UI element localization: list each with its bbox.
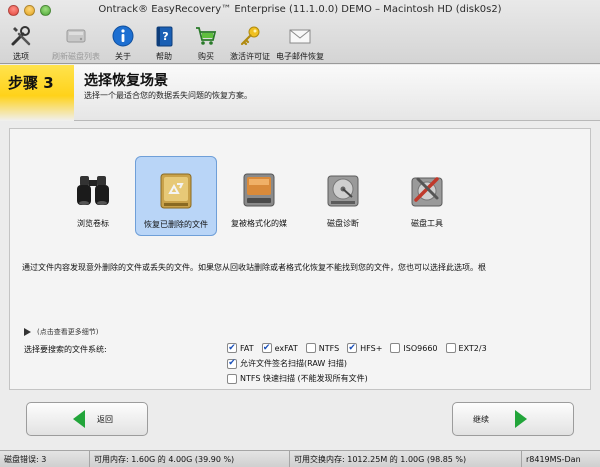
step-number: 步骤 3: [8, 74, 54, 92]
step-title: 选择恢复场景: [84, 73, 168, 89]
scenario-recover-deleted-files[interactable]: 恢复已删除的文件: [135, 156, 217, 236]
checkbox-iso9660[interactable]: ISO9660: [390, 343, 438, 353]
checkbox-ntfs-quick-scan-box[interactable]: [227, 373, 237, 384]
tools-icon: [9, 24, 33, 48]
toolbar-about-button[interactable]: 关于: [110, 20, 136, 64]
more-details-toggle[interactable]: (点击查看更多细节): [24, 327, 98, 337]
checkbox-ntfs-label: NTFS: [318, 343, 340, 353]
shopping-cart-icon: [194, 24, 218, 48]
raw-scan-row: ✔ 允许文件签名扫描(RAW 扫描): [227, 358, 347, 369]
toolbar-buy-label: 购买: [198, 52, 214, 61]
next-button[interactable]: 继续: [452, 402, 574, 436]
checkbox-ntfs-quick-scan[interactable]: NTFS 快速扫描 (不能发现所有文件): [227, 373, 368, 384]
svg-text:?: ?: [162, 30, 168, 43]
checkbox-exfat-label: exFAT: [274, 343, 298, 353]
toolbar-about-label: 关于: [115, 52, 131, 61]
arrow-right-icon: [515, 410, 527, 428]
next-button-label: 继续: [473, 414, 489, 424]
key-icon: [238, 24, 262, 48]
checkbox-fat-label: FAT: [240, 343, 254, 353]
status-build: r8419MS-Dan: [526, 454, 581, 464]
toolbar-options-button[interactable]: 选项: [6, 20, 36, 64]
checkbox-ext23[interactable]: EXT2/3: [445, 343, 487, 353]
filesystem-options: ✔ FAT ✔ exFAT NTFS ✔ HFS+ ISO9660 EXT2/3: [227, 343, 487, 353]
scenario-description: 通过文件内容发现意外删除的文件或丢失的文件。如果您从回收站删除或者格式化恢复不能…: [22, 263, 486, 272]
scenario-disk-tools-label: 磁盘工具: [411, 219, 443, 228]
toolbar-refresh-drives-label: 刷新磁盘列表: [52, 52, 100, 61]
step-header: 步骤 3 选择恢复场景 选择一个最适合您的数据丢失问题的恢复方案。: [0, 65, 600, 121]
disclosure-triangle-icon: [24, 328, 31, 336]
scenario-recover-formatted-media[interactable]: 复被格式化的媒: [218, 156, 300, 236]
scenario-browse-volume-label: 浏览卷标: [77, 219, 109, 228]
window-title: Ontrack® EasyRecovery™ Enterprise (11.1.…: [98, 4, 502, 15]
disk-tools-icon: [405, 168, 449, 212]
toolbar-activate-license-button[interactable]: 激活许可证: [228, 20, 272, 64]
toolbar-email-recovery-button[interactable]: 电子邮件恢复: [274, 20, 326, 64]
toolbar-activate-license-label: 激活许可证: [230, 52, 270, 61]
status-memory: 可用内存: 1.60G 的 4.00G (39.90 %): [90, 450, 290, 467]
scenario-recover-formatted-media-label: 复被格式化的媒: [231, 219, 287, 228]
checkbox-raw-scan-box[interactable]: ✔: [227, 358, 237, 369]
checkbox-exfat[interactable]: ✔ exFAT: [261, 343, 298, 353]
scenario-disk-tools[interactable]: 磁盘工具: [386, 156, 468, 236]
checkbox-iso9660-box[interactable]: [390, 343, 401, 353]
scenario-disk-diagnostics-label: 磁盘诊断: [327, 219, 359, 228]
checkbox-exfat-box[interactable]: ✔: [261, 343, 272, 353]
more-details-label: (点击查看更多细节): [37, 328, 99, 336]
checkbox-hfs-plus[interactable]: ✔ HFS+: [347, 343, 382, 353]
help-book-icon: ?: [152, 24, 176, 48]
checkbox-fat-box[interactable]: ✔: [227, 343, 237, 353]
checkbox-ntfs[interactable]: NTFS: [305, 343, 340, 353]
checkbox-ntfs-box[interactable]: [305, 343, 316, 353]
toolbar-refresh-drives-button[interactable]: 刷新磁盘列表: [50, 20, 102, 64]
scenario-disk-diagnostics[interactable]: 磁盘诊断: [302, 156, 384, 236]
envelope-icon: [288, 24, 312, 48]
checkbox-hfs-plus-label: HFS+: [360, 343, 383, 353]
status-swap: 可用交换内存: 1012.25M 的 1.00G (98.85 %): [290, 450, 522, 467]
scenario-browse-volume[interactable]: 浏览卷标: [52, 156, 134, 236]
status-bar: 磁盘错误: 3 可用内存: 1.60G 的 4.00G (39.90 %) 可用…: [0, 450, 600, 467]
checkbox-raw-scan-label: 允许文件签名扫描(RAW 扫描): [240, 359, 347, 368]
arrow-left-icon: [73, 410, 85, 428]
toolbar-email-recovery-label: 电子邮件恢复: [276, 52, 324, 61]
step-description: 选择一个最适合您的数据丢失问题的恢复方案。: [84, 91, 252, 100]
toolbar-help-label: 帮助: [156, 52, 172, 61]
formatted-drive-icon: [237, 168, 281, 212]
checkbox-ext23-box[interactable]: [445, 343, 456, 353]
recycle-drive-icon: [154, 169, 198, 213]
checkbox-ntfs-quick-scan-label: NTFS 快速扫描 (不能发现所有文件): [240, 374, 368, 383]
window-chrome: Ontrack® EasyRecovery™ Enterprise (11.1.…: [0, 0, 600, 64]
disk-diagnostics-icon: [321, 168, 365, 212]
checkbox-fat[interactable]: ✔ FAT: [227, 343, 254, 353]
drive-refresh-icon: [64, 24, 88, 48]
checkbox-iso9660-label: ISO9660: [403, 343, 438, 353]
app-window: Ontrack® EasyRecovery™ Enterprise (11.1.…: [0, 0, 600, 467]
back-button-label: 返回: [97, 414, 113, 424]
toolbar-buy-button[interactable]: 购买: [192, 20, 220, 64]
toolbar-options-label: 选项: [13, 52, 29, 61]
ntfs-quick-row: NTFS 快速扫描 (不能发现所有文件): [227, 373, 368, 384]
checkbox-ext23-label: EXT2/3: [458, 343, 487, 353]
scenario-recover-deleted-files-label: 恢复已删除的文件: [144, 220, 208, 229]
toolbar-help-button[interactable]: ? 帮助: [150, 20, 178, 64]
binoculars-icon: [71, 168, 115, 212]
checkbox-raw-scan[interactable]: ✔ 允许文件签名扫描(RAW 扫描): [227, 358, 347, 369]
step-badge: 步骤 3: [0, 65, 74, 121]
filesystem-label: 选择要搜索的文件系统:: [24, 345, 107, 354]
back-button[interactable]: 返回: [26, 402, 148, 436]
status-disk-errors: 磁盘错误: 3: [0, 450, 90, 467]
checkbox-hfs-plus-box[interactable]: ✔: [347, 343, 358, 353]
scenario-panel: 浏览卷标 恢复已删除的文件 复被格式化的媒 磁盘诊断 磁盘工具 通过文件内容发现…: [9, 128, 591, 390]
info-icon: [111, 24, 135, 48]
